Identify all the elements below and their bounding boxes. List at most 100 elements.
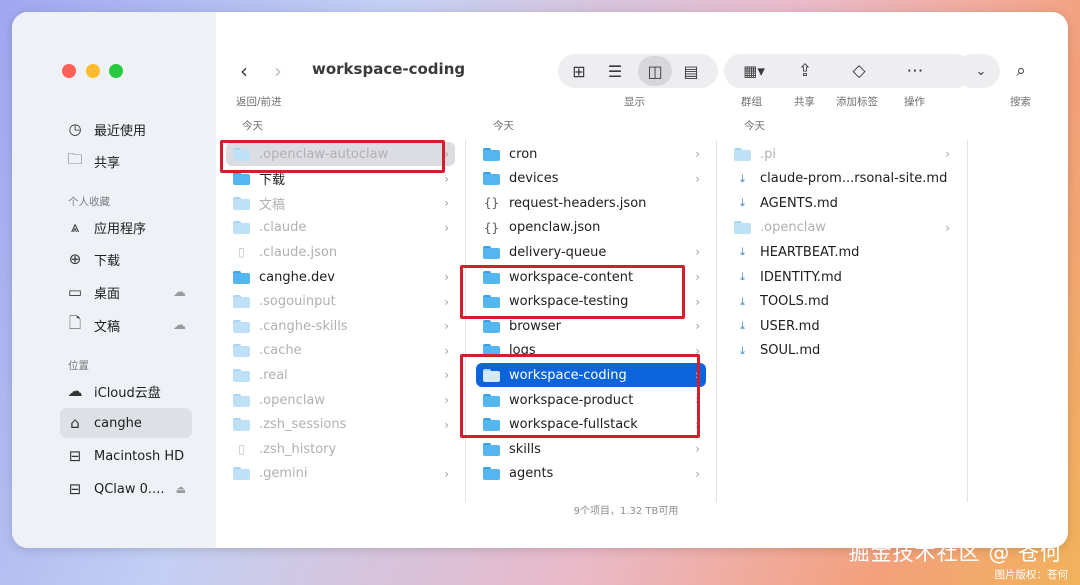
file-name: .claude (259, 220, 307, 236)
disk-icon: ⊟ (68, 480, 82, 498)
cloud-icon: ☁ (67, 382, 83, 400)
file-row[interactable]: cron › (476, 142, 706, 166)
more-actions-icon[interactable]: ⋯ (902, 58, 928, 84)
folder-icon (233, 418, 250, 432)
highlight-box (460, 354, 700, 438)
download-icon: ⊕ (68, 250, 82, 268)
sidebar-item-documents[interactable]: 🗋 文稿 ☁ (62, 310, 194, 340)
list-view-icon[interactable]: ☰ (602, 58, 628, 84)
chevron-down-icon[interactable]: ⌄ (968, 58, 994, 84)
markdown-file-icon: ⤓ (740, 196, 745, 210)
file-name: AGENTS.md (760, 195, 838, 211)
column-2[interactable]: cron › devices › {} request-headers.json {} ope… (466, 140, 717, 502)
markdown-file-icon: ⤓ (740, 171, 745, 185)
sidebar-item-desktop[interactable]: ▭ 桌面 ☁ (62, 277, 194, 307)
sidebar-item-qclaw[interactable]: ⊟ QClaw 0.... ⏏ (62, 474, 194, 504)
sidebar-item-downloads[interactable]: ⊕ 下载 (62, 244, 194, 274)
sidebar-item-label: 共享 (94, 155, 121, 171)
close-window-button[interactable] (62, 64, 76, 78)
file-row[interactable]: ⤓ AGENTS.md (727, 191, 956, 215)
column-3[interactable]: .pi › ⤓ claude-prom...rsonal-site.md ⤓ AGENTS… (717, 140, 968, 502)
file-name: .real (259, 367, 288, 383)
file-row[interactable]: ▯ .claude.json (226, 240, 455, 264)
file-row[interactable]: delivery-queue › (476, 240, 706, 264)
sidebar-item-home[interactable]: ⌂ canghe (60, 408, 192, 438)
file-row[interactable]: ⤓ HEARTBEAT.md (727, 240, 956, 264)
chevron-right-icon: › (945, 220, 950, 235)
gallery-view-icon[interactable]: ▤ (678, 58, 704, 84)
icon-view-icon[interactable]: ⊞ (566, 58, 592, 84)
file-row[interactable]: ⤓ claude-prom...rsonal-site.md (727, 167, 956, 191)
file-name: agents (509, 466, 554, 482)
file-row[interactable]: .canghe-skills › (226, 314, 455, 338)
chevron-right-icon: › (695, 245, 700, 260)
file-row[interactable]: ⤓ IDENTITY.md (727, 265, 956, 289)
file-name: .gemini (259, 466, 308, 482)
minimize-window-button[interactable] (86, 64, 100, 78)
sidebar-item-label: 下载 (94, 253, 121, 269)
column-2-header: 今天 (493, 120, 514, 132)
sidebar-item-recents[interactable]: ◷ 最近使用 (62, 114, 194, 144)
file-row[interactable]: devices › (476, 167, 706, 191)
chevron-right-icon: › (444, 220, 449, 235)
chevron-right-icon: › (444, 270, 449, 284)
file-row[interactable]: .pi › (727, 142, 956, 166)
forward-button[interactable]: › (264, 58, 292, 84)
file-name: cron (509, 146, 538, 162)
file-row[interactable]: .claude › (226, 216, 455, 240)
folder-icon (233, 172, 250, 186)
locations-header: 位置 (68, 360, 89, 372)
share-label: 共享 (794, 96, 815, 108)
file-row[interactable]: .cache › (226, 339, 455, 363)
sidebar-item-label: 文稿 (94, 319, 121, 335)
sidebar-item-icloud[interactable]: ☁ iCloud云盘 (62, 376, 194, 406)
tag-icon[interactable]: ◇ (846, 58, 872, 84)
chevron-right-icon: › (695, 319, 700, 334)
clock-icon: ◷ (68, 120, 82, 138)
file-row[interactable]: agents › (476, 462, 706, 486)
action-label: 操作 (904, 96, 925, 108)
column-1[interactable]: .openclaw-autoclaw › 下载 › 文稿 › .claude › ▯ .claud… (216, 140, 466, 502)
file-row[interactable]: .openclaw › (226, 388, 455, 412)
status-bar: 9个项目，1.32 TB可用 (573, 506, 679, 516)
chevron-right-icon: › (444, 393, 449, 407)
group-icon[interactable]: ▦▾ (734, 58, 774, 84)
file-row[interactable]: .gemini › (226, 462, 455, 486)
zoom-window-button[interactable] (109, 64, 123, 78)
back-button[interactable]: ‹ (230, 58, 258, 84)
sidebar-item-shared[interactable]: 🗀 共享 (62, 146, 194, 176)
file-row[interactable]: ▯ .zsh_history (226, 437, 455, 461)
file-row[interactable]: canghe.dev › (226, 265, 455, 289)
share-icon[interactable]: ⇪ (792, 58, 818, 84)
file-row[interactable]: ⤓ SOUL.md (727, 339, 956, 363)
eject-icon[interactable]: ⏏ (176, 483, 186, 496)
file-row[interactable]: {} request-headers.json (476, 191, 706, 215)
file-name: .zsh_sessions (259, 417, 347, 433)
file-name: TOOLS.md (760, 294, 829, 310)
search-icon[interactable]: ⌕ (1008, 58, 1034, 84)
file-row[interactable]: .real › (226, 363, 455, 387)
file-row[interactable]: .zsh_sessions › (226, 413, 455, 437)
file-row[interactable]: .openclaw › (727, 216, 956, 240)
sidebar-item-macintosh-hd[interactable]: ⊟ Macintosh HD (62, 441, 194, 471)
chevron-right-icon: › (444, 417, 449, 432)
file-row[interactable]: 文稿 › (226, 191, 455, 215)
folder-icon (233, 270, 250, 284)
favorites-header: 个人收藏 (68, 196, 110, 208)
folder-icon (734, 147, 751, 161)
column-view-icon[interactable]: ◫ (638, 56, 672, 86)
sidebar-item-applications[interactable]: ⩓ 应用程序 (62, 212, 194, 242)
file-row[interactable]: .sogouinput › (226, 290, 455, 314)
file-row[interactable]: ⤓ USER.md (727, 314, 956, 338)
json-file-icon: {} (483, 220, 500, 235)
folder-icon (734, 221, 751, 235)
file-name: SOUL.md (760, 343, 821, 359)
file-name: delivery-queue (509, 244, 607, 260)
file-row[interactable]: ⤓ TOOLS.md (727, 290, 956, 314)
group-label: 群组 (741, 96, 762, 108)
folder-icon (483, 319, 500, 333)
markdown-file-icon: ⤓ (740, 319, 745, 333)
file-name: IDENTITY.md (760, 269, 842, 285)
file-row[interactable]: skills › (476, 437, 706, 461)
file-row[interactable]: {} openclaw.json (476, 216, 706, 240)
